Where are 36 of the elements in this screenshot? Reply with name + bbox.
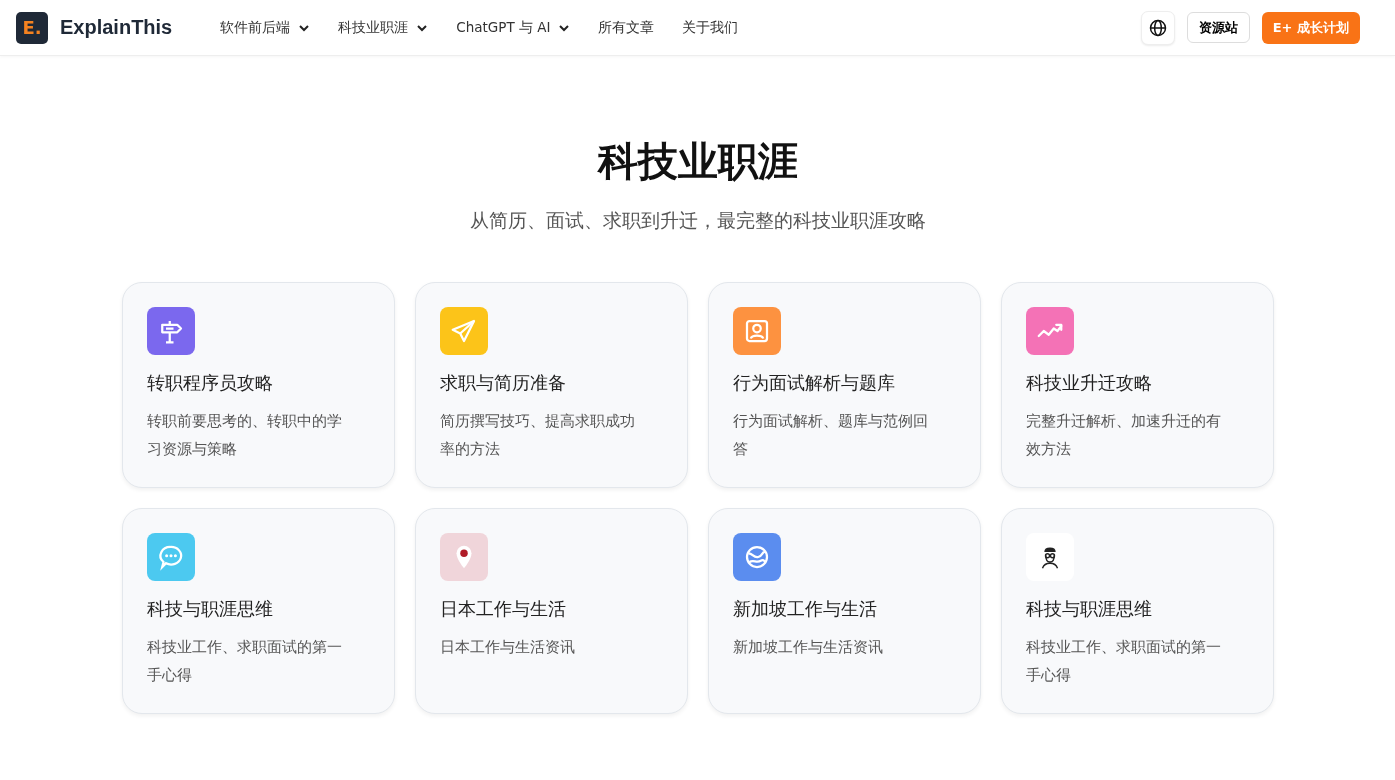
card-title: 新加坡工作与生活: [732, 597, 878, 621]
brand-name[interactable]: ExplainThis: [60, 16, 173, 39]
card-title: 行为面试解析与题库: [732, 371, 896, 395]
card-description: 科技业工作、求职面试的第一手心得: [146, 637, 343, 686]
card-title: 科技与职涯思维: [146, 597, 274, 621]
card-description: 日本工作与生活资讯: [439, 637, 576, 658]
category-card[interactable]: 科技业升迁攻略 完整升迁解析、加速升迁的有效方法: [1000, 282, 1274, 488]
page-subtitle: 从简历、面试、求职到升迁，最完整的科技业职涯攻略: [468, 208, 927, 233]
card-title: 科技与职涯思维: [1025, 597, 1153, 621]
card-description: 新加坡工作与生活资讯: [732, 637, 884, 658]
card-title: 求职与简历准备: [439, 371, 567, 395]
category-card[interactable]: 科技与职涯思维 科技业工作、求职面试的第一手心得: [1000, 508, 1274, 714]
category-card[interactable]: 行为面试解析与题库 行为面试解析、题库与范例回答: [707, 282, 981, 488]
category-card[interactable]: 科技与职涯思维 科技业工作、求职面试的第一手心得: [121, 508, 395, 714]
card-description: 简历撰写技巧、提高求职成功率的方法: [439, 411, 636, 460]
nav-link[interactable]: ChatGPT 与 AI: [456, 18, 571, 37]
card-description: 完整升迁解析、加速升迁的有效方法: [1025, 411, 1222, 460]
globe-icon: [1147, 17, 1168, 38]
language-button[interactable]: [1140, 10, 1175, 45]
nav-link[interactable]: 科技业职涯: [338, 18, 429, 37]
logo-icon[interactable]: E.: [16, 11, 48, 44]
nav-link[interactable]: 软件前后端: [220, 18, 311, 37]
nav-link[interactable]: 所有文章: [598, 18, 655, 37]
resources-button[interactable]: 资源站: [1186, 12, 1250, 43]
nav-link[interactable]: 关于我们: [682, 18, 739, 37]
card-description: 科技业工作、求职面试的第一手心得: [1025, 637, 1222, 686]
category-card[interactable]: 求职与简历准备 简历撰写技巧、提高求职成功率的方法: [414, 282, 688, 488]
card-description: 转职前要思考的、转职中的学习资源与策略: [146, 411, 343, 460]
card-title: 科技业升迁攻略: [1025, 371, 1153, 395]
card-description: 行为面试解析、题库与范例回答: [732, 411, 929, 460]
category-card[interactable]: 转职程序员攻略 转职前要思考的、转职中的学习资源与策略: [121, 282, 395, 488]
category-card[interactable]: 新加坡工作与生活 新加坡工作与生活资讯: [707, 508, 981, 714]
card-title: 日本工作与生活: [439, 597, 567, 621]
card-title: 转职程序员攻略: [146, 371, 274, 395]
page-title: 科技业职涯: [596, 137, 799, 186]
category-card[interactable]: 日本工作与生活 日本工作与生活资讯: [414, 508, 688, 714]
